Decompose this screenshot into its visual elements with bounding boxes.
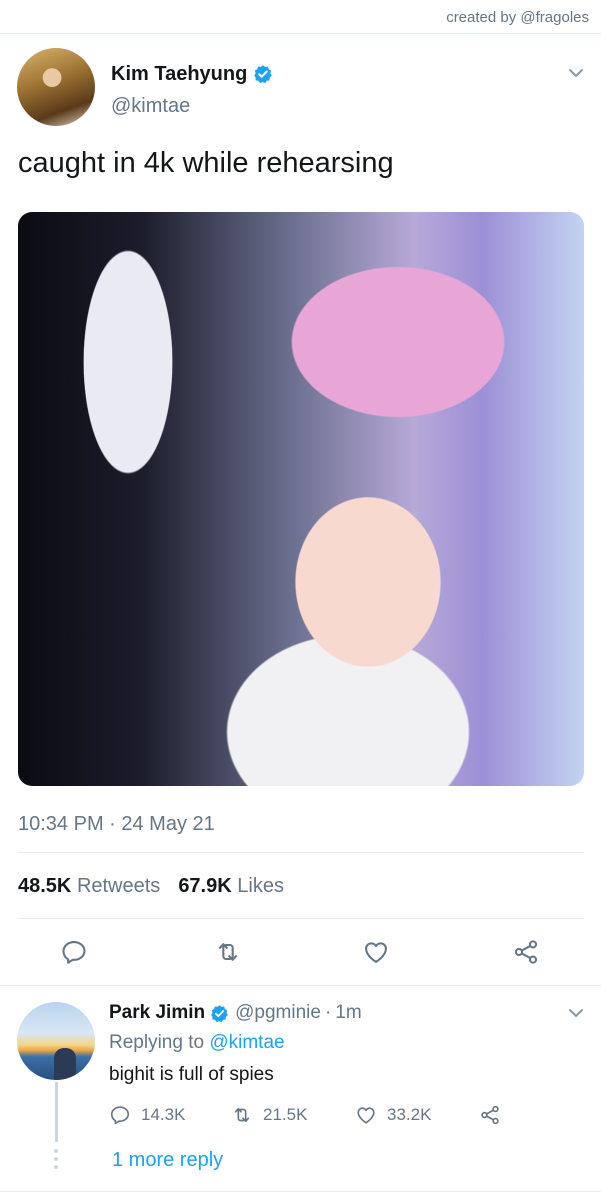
main-tweet: Kim Taehyung @kimtae caught in 4k while …: [0, 34, 601, 986]
avatar[interactable]: [17, 1002, 95, 1080]
more-replies-link[interactable]: 1 more reply: [112, 1149, 223, 1172]
tweet-actions: [0, 930, 601, 970]
separator: ·: [324, 1002, 332, 1023]
tweet-photo[interactable]: [18, 212, 584, 786]
retweets-label: Retweets: [76, 875, 161, 897]
reply-reply-button[interactable]: 14.3K: [109, 1104, 185, 1126]
like-icon[interactable]: [362, 938, 390, 966]
reply-actions: 14.3K 21.5K 33.2K: [109, 1104, 579, 1130]
credit-bar: created by @fragoles: [0, 0, 601, 34]
likes-stat[interactable]: 67.9K Likes: [178, 875, 284, 898]
reply-author-row: Park Jimin @pgminie · 1m: [109, 1001, 362, 1025]
divider: [18, 918, 584, 919]
verified-badge-icon: [211, 1004, 228, 1022]
thread-dots-icon: [54, 1149, 58, 1169]
likes-count: 67.9K: [178, 875, 232, 897]
reply-retweet-button[interactable]: 21.5K: [231, 1104, 307, 1126]
retweet-count: 21.5K: [263, 1105, 308, 1124]
reply-text: bighit is full of spies: [109, 1064, 274, 1085]
author-name[interactable]: Kim Taehyung: [111, 63, 247, 86]
divider: [0, 1191, 601, 1192]
share-icon: [481, 1105, 499, 1125]
tweet-timestamp: 10:34 PM · 24 May 21: [18, 813, 215, 835]
reply-time: 1m: [335, 1002, 362, 1023]
verified-badge-icon: [254, 65, 273, 84]
retweets-count: 48.5K: [18, 875, 72, 897]
reply-like-button[interactable]: 33.2K: [355, 1104, 431, 1126]
engagement-stats: 48.5K Retweets 67.9K Likes: [18, 875, 284, 898]
retweet-icon: [234, 1108, 250, 1122]
author-row: Kim Taehyung: [111, 62, 273, 86]
share-icon[interactable]: [512, 938, 540, 966]
like-icon: [357, 1107, 375, 1124]
reply-tweet: Park Jimin @pgminie · 1m Replying to @ki…: [0, 986, 601, 1200]
reply-icon[interactable]: [60, 938, 88, 966]
creator-credit: created by @fragoles: [446, 9, 589, 26]
replying-prefix: Replying to: [109, 1032, 205, 1053]
avatar[interactable]: [17, 48, 95, 126]
like-count: 33.2K: [387, 1105, 432, 1124]
avatar-figure: [54, 1048, 76, 1080]
divider: [18, 852, 584, 853]
tweet-text: caught in 4k while rehearsing: [18, 147, 394, 179]
retweet-icon[interactable]: [214, 938, 242, 966]
replying-to: Replying to @kimtae: [109, 1032, 285, 1054]
author-handle[interactable]: @kimtae: [111, 95, 190, 118]
chevron-down-icon[interactable]: [567, 1004, 585, 1022]
retweets-stat[interactable]: 48.5K Retweets: [18, 875, 160, 898]
thread-line: [55, 1082, 58, 1142]
reply-share-button[interactable]: [479, 1104, 511, 1126]
reply-count: 14.3K: [141, 1105, 186, 1124]
replying-to-mention[interactable]: @kimtae: [209, 1032, 284, 1053]
reply-author-handle[interactable]: @pgminie: [235, 1002, 321, 1024]
reply-author-name[interactable]: Park Jimin: [109, 1002, 205, 1024]
chevron-down-icon[interactable]: [567, 64, 585, 82]
reply-icon: [110, 1106, 130, 1125]
likes-label: Likes: [237, 875, 284, 897]
